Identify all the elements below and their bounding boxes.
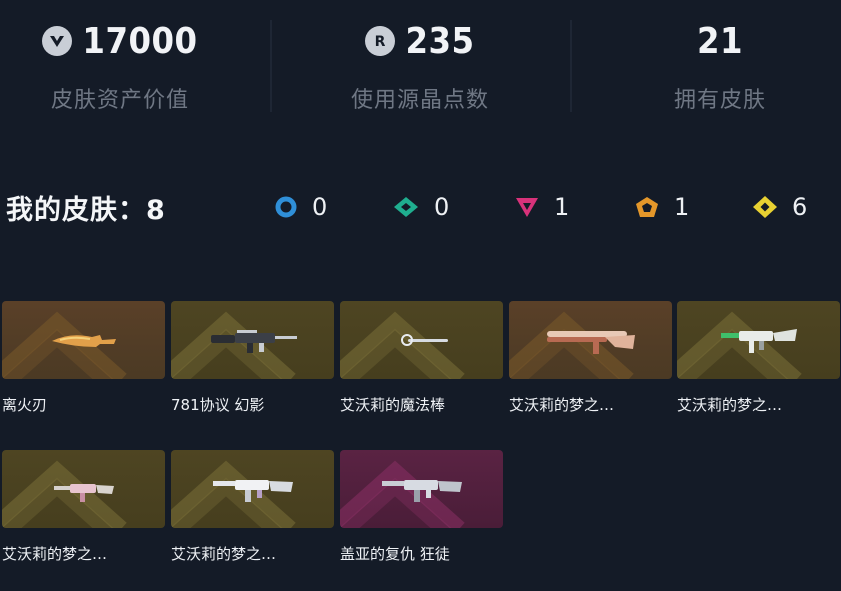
tier-ultra-count: 6 bbox=[752, 193, 807, 221]
rifle-icon bbox=[382, 480, 462, 502]
svg-text:R: R bbox=[375, 34, 386, 50]
skin-card[interactable]: 781协议 幻影 bbox=[171, 301, 334, 415]
rifle-icon bbox=[211, 330, 297, 353]
select-tier-count: 0 bbox=[312, 193, 328, 221]
select-tier-icon bbox=[275, 196, 297, 218]
radianite-used-amount: 235 bbox=[405, 20, 475, 62]
shotgun-icon bbox=[547, 331, 635, 354]
deluxe-tier-count: 0 bbox=[434, 193, 450, 221]
skin-name: 艾沃莉的梦之… bbox=[2, 545, 108, 563]
stat-radianite-used: R 235 使用源晶点数 bbox=[290, 18, 550, 114]
rifle-icon bbox=[213, 480, 293, 502]
skin-card[interactable]: 艾沃莉的梦之… bbox=[2, 450, 165, 564]
ultra-tier-icon bbox=[753, 196, 777, 218]
skin-card[interactable]: 盖亚的复仇 狂徒 bbox=[340, 450, 503, 564]
premium-tier-count: 1 bbox=[554, 193, 570, 221]
skin-card[interactable]: 艾沃莉的梦之… bbox=[677, 301, 840, 415]
rifle-icon bbox=[721, 329, 797, 353]
divider bbox=[270, 20, 272, 112]
skin-name: 艾沃莉的梦之… bbox=[171, 545, 277, 563]
radianite-points-icon: R bbox=[365, 26, 396, 56]
exclusive-tier-icon bbox=[636, 197, 658, 217]
tier-exclusive-count: 1 bbox=[634, 193, 689, 221]
exclusive-tier-count: 1 bbox=[674, 193, 690, 221]
premium-tier-icon bbox=[516, 198, 538, 217]
skin-name: 781协议 幻影 bbox=[171, 396, 265, 414]
tier-select-count: 0 bbox=[274, 193, 327, 221]
skin-thumbnail bbox=[340, 450, 503, 528]
valorant-points-icon bbox=[42, 26, 73, 56]
skin-name: 艾沃莉的梦之… bbox=[677, 396, 783, 414]
my-skins-title: 我的皮肤：8 bbox=[6, 195, 166, 226]
skin-card[interactable]: 艾沃莉的梦之… bbox=[509, 301, 672, 415]
skin-card[interactable]: 离火刃 bbox=[2, 301, 165, 415]
tier-deluxe-count: 0 bbox=[392, 193, 449, 221]
skin-name: 艾沃莉的魔法棒 bbox=[340, 396, 446, 414]
skin-thumbnail bbox=[171, 301, 334, 379]
skin-thumbnail bbox=[2, 301, 165, 379]
ultra-tier-count: 6 bbox=[792, 193, 808, 221]
tier-premium-count: 1 bbox=[514, 193, 569, 221]
owned-skins-amount: 21 bbox=[696, 20, 744, 62]
skin-thumbnail bbox=[677, 301, 840, 379]
skin-value-label: 皮肤资产价值 bbox=[50, 88, 189, 113]
stat-skin-value: 17000 皮肤资产价值 bbox=[0, 18, 250, 114]
owned-skins-label: 拥有皮肤 bbox=[673, 88, 766, 113]
skin-value-amount: 17000 bbox=[82, 20, 198, 62]
skin-thumbnail bbox=[509, 301, 672, 379]
skin-card[interactable]: 艾沃莉的魔法棒 bbox=[340, 301, 503, 415]
divider bbox=[570, 20, 572, 112]
wand-icon bbox=[401, 334, 448, 346]
skin-name: 艾沃莉的梦之… bbox=[509, 396, 615, 414]
stat-owned-skins: 21 拥有皮肤 bbox=[590, 18, 841, 114]
deluxe-tier-icon bbox=[394, 197, 418, 217]
skin-thumbnail bbox=[340, 301, 503, 379]
skin-thumbnail bbox=[2, 450, 165, 528]
skin-name: 离火刃 bbox=[2, 396, 48, 414]
radianite-used-label: 使用源晶点数 bbox=[350, 88, 489, 113]
smg-icon bbox=[54, 484, 114, 502]
skin-card[interactable]: 艾沃莉的梦之… bbox=[171, 450, 334, 564]
knife-icon bbox=[52, 335, 116, 347]
skin-name: 盖亚的复仇 狂徒 bbox=[340, 545, 450, 563]
skin-thumbnail bbox=[171, 450, 334, 528]
